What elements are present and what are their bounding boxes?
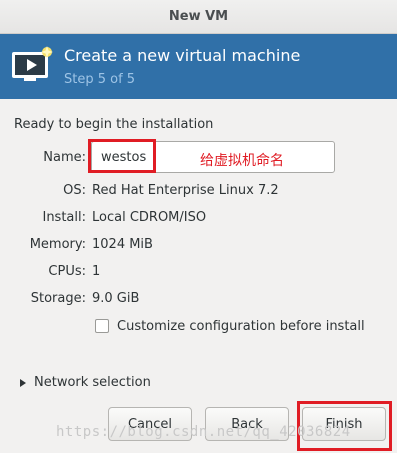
summary-heading: Ready to begin the installation (14, 117, 214, 132)
wizard-banner: Create a new virtual machine Step 5 of 5 (0, 34, 397, 99)
install-label: Install: (42, 210, 86, 225)
window-titlebar: New VM (0, 0, 397, 34)
memory-value: 1024 MiB (92, 237, 153, 252)
os-label: OS: (63, 183, 86, 198)
customize-label[interactable]: Customize configuration before install (117, 319, 365, 334)
customize-checkbox[interactable] (95, 319, 109, 333)
back-button[interactable]: Back (205, 407, 289, 441)
os-value: Red Hat Enterprise Linux 7.2 (92, 183, 279, 198)
storage-label: Storage: (30, 291, 86, 306)
annotation-text: 给虚拟机命名 (200, 153, 284, 169)
memory-label: Memory: (29, 237, 86, 252)
finish-button[interactable]: Finish (302, 407, 386, 441)
install-value: Local CDROM/ISO (92, 210, 207, 225)
storage-value: 9.0 GiB (92, 291, 140, 306)
expander-arrow-icon (20, 378, 26, 387)
banner-title: Create a new virtual machine (64, 46, 301, 65)
cpus-value: 1 (92, 264, 101, 279)
window-title: New VM (168, 9, 229, 24)
cpus-label: CPUs: (48, 264, 86, 279)
network-selection-expander[interactable]: Network selection (20, 375, 151, 390)
banner-step: Step 5 of 5 (64, 72, 136, 87)
monitor-play-icon (12, 46, 53, 81)
name-label: Name: (43, 150, 86, 165)
cancel-button[interactable]: Cancel (108, 407, 192, 441)
network-selection-label: Network selection (34, 375, 151, 390)
